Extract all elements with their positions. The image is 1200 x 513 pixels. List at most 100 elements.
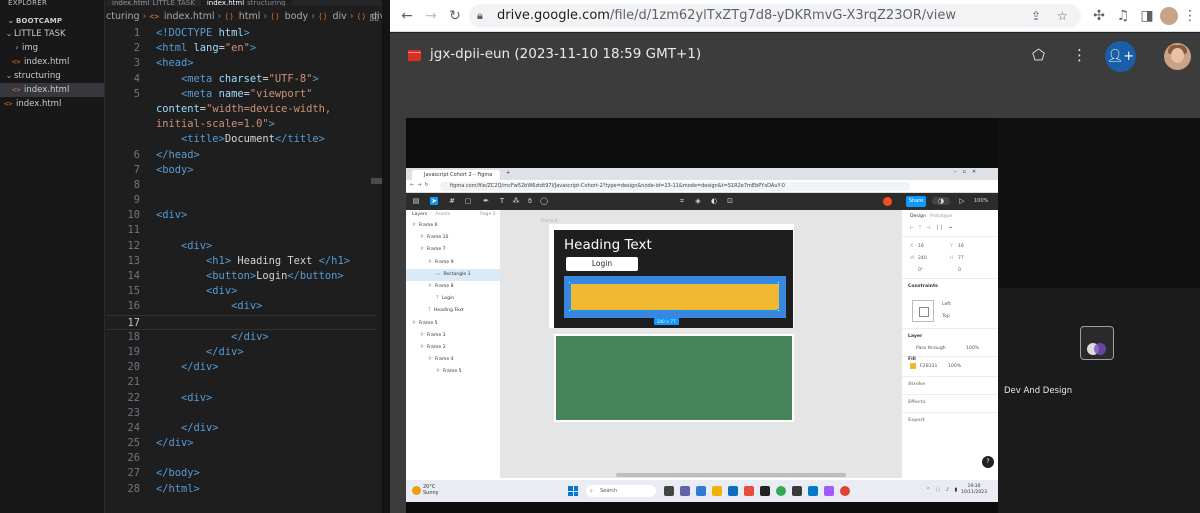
line-number: 23: [127, 406, 140, 419]
layer-row: # Frame 2: [406, 342, 500, 354]
code-line[interactable]: 14 <button>Login</button>: [106, 269, 376, 284]
tree-item[interactable]: <> index.html: [0, 97, 104, 111]
code-content: <body>: [156, 163, 194, 178]
forward-icon[interactable]: →: [420, 5, 442, 27]
code-line[interactable]: initial-scale=1.0">: [106, 117, 376, 132]
side-panel-icon[interactable]: ◨: [1136, 5, 1158, 27]
code-line[interactable]: 18 </div>: [106, 330, 376, 345]
tree-item[interactable]: ⌄ structuring: [0, 69, 104, 83]
code-line[interactable]: 26: [106, 451, 376, 466]
code-line[interactable]: 25 </div>: [106, 436, 376, 451]
code-line[interactable]: 28 </html>: [106, 482, 376, 497]
share-page-icon[interactable]: ⇪: [1031, 4, 1041, 28]
back-icon[interactable]: ←: [396, 5, 418, 27]
taskbar-search-label: Search: [600, 488, 618, 494]
app-icon: [696, 486, 706, 496]
code-line[interactable]: 7 <body>: [106, 163, 376, 178]
code-line[interactable]: 16 <div>: [106, 299, 376, 314]
editor-tab[interactable]: index.html structuring: [200, 0, 292, 6]
breadcrumb-item[interactable]: index.html: [164, 11, 215, 22]
dark-frame: Heading Text Login 240 × 77: [554, 230, 793, 328]
taskbar-search: ⌕ Search: [586, 485, 656, 497]
search-icon: ⌕: [590, 488, 593, 494]
figma-properties-panel: Design Prototype ⊢⊤⊣▕▏═ X 16 Y 16 W 240 …: [901, 210, 998, 478]
code-line[interactable]: 19 </div>: [106, 345, 376, 360]
layers-tab: Layers: [412, 212, 428, 217]
breadcrumb-item[interactable]: body: [285, 11, 309, 22]
code-line[interactable]: 1 <!DOCTYPE html>: [106, 26, 376, 41]
reload-icon[interactable]: ↻: [444, 5, 466, 27]
url-domain: drive.google.com: [497, 8, 610, 23]
figma-tab: Javascript Cohort 2 – Figma: [412, 170, 500, 180]
code-line[interactable]: 9: [106, 193, 376, 208]
video-player[interactable]: Dev And Design Javascript Cohort 2 – Fig…: [406, 118, 1200, 513]
code-line[interactable]: 27 </body>: [106, 466, 376, 481]
lock-icon[interactable]: 🔒︎: [477, 4, 483, 28]
tree-item[interactable]: › img: [0, 41, 104, 55]
address-bar[interactable]: 🔒︎ drive.google.com/file/d/1zm62ylTxZTg7…: [469, 4, 1081, 28]
breadcrumb-item[interactable]: html: [239, 11, 261, 22]
prototype-tab: Prototype: [930, 214, 953, 219]
code-line[interactable]: 13 <h1> Heading Text </h1>: [106, 254, 376, 269]
code-content: </head>: [156, 148, 200, 163]
code-line[interactable]: content="width=device-width,: [106, 102, 376, 117]
code-line[interactable]: 23: [106, 406, 376, 421]
code-line[interactable]: 20 </div>: [106, 360, 376, 375]
code-token: <button>: [206, 270, 257, 282]
code-line[interactable]: 5 <meta name="viewport": [106, 87, 376, 102]
code-line[interactable]: 24 </div>: [106, 421, 376, 436]
extensions-icon[interactable]: ✣: [1088, 5, 1110, 27]
split-editor-icon[interactable]: ▯▯: [369, 13, 379, 23]
tree-item[interactable]: ⌄ LITTLE TASK: [0, 27, 104, 41]
code-line[interactable]: 8: [106, 178, 376, 193]
browser-menu-icon[interactable]: ⋮: [1179, 5, 1200, 27]
code-line[interactable]: 17: [106, 314, 376, 330]
line-number: 22: [127, 391, 140, 404]
taskbar-clock: 19:30 10/11/2023: [961, 484, 987, 496]
code-content: <h1> Heading Text </h1>: [156, 254, 350, 269]
y-value: 16: [958, 244, 964, 249]
code-content: </div>: [156, 436, 194, 451]
tree-item[interactable]: <> index.html: [0, 55, 104, 69]
constraint-widget: [912, 300, 934, 322]
code-line[interactable]: 3 <head>: [106, 56, 376, 71]
office-icon: [744, 486, 754, 496]
browser-toolbar: ← → ↻ 🔒︎ drive.google.com/file/d/1zm62yl…: [390, 0, 1200, 32]
code-content: <title>Document</title>: [156, 132, 325, 147]
figma-share-button: Share: [906, 196, 926, 207]
layer-type-icon: #: [420, 247, 424, 253]
breadcrumb-item[interactable]: cturing: [106, 11, 140, 22]
code-line[interactable]: 15 <div>: [106, 284, 376, 299]
x-label: X: [910, 244, 914, 249]
layer-label: Frame 9: [434, 259, 454, 265]
code-line[interactable]: <title>Document</title>: [106, 132, 376, 147]
share-button[interactable]: 👤︎+: [1105, 41, 1136, 72]
bookmark-star-icon[interactable]: ☆: [1057, 4, 1068, 28]
code-content: </html>: [156, 482, 200, 497]
profile-avatar-icon[interactable]: [1160, 7, 1178, 25]
code-line[interactable]: 2 <html lang="en">: [106, 41, 376, 56]
user-avatar[interactable]: [1164, 43, 1191, 70]
editor-tab[interactable]: index.html LITTLE TASK: [106, 0, 201, 6]
code-line[interactable]: 22 <div>: [106, 391, 376, 406]
tray-icons: ⌃ ◌ ♪ ▮: [926, 487, 960, 493]
more-options-icon[interactable]: ⋮: [1072, 46, 1087, 64]
code-line[interactable]: 11: [106, 223, 376, 238]
code-line[interactable]: 6 </head>: [106, 148, 376, 163]
tab-label: index.html: [206, 0, 245, 6]
layer-row: ▭ Rectangle 1: [406, 268, 500, 281]
media-controls-icon[interactable]: ♫: [1112, 5, 1134, 27]
tree-item[interactable]: <> index.html: [0, 83, 104, 97]
code-line[interactable]: 12 <div>: [106, 239, 376, 254]
add-to-drive-icon[interactable]: ⬠: [1032, 46, 1045, 64]
code-editor[interactable]: 1 <!DOCTYPE html> 2 <html lang="en"> 3 <head>…: [106, 26, 376, 513]
code-line[interactable]: 4 <meta charset="UTF-8">: [106, 72, 376, 87]
chevron-down-icon: ⌄: [7, 16, 15, 25]
breadcrumb-item[interactable]: div: [332, 11, 346, 22]
code-line[interactable]: 10 <div>: [106, 208, 376, 223]
explorer-section-bootcamp[interactable]: ⌄ BOOTCAMP: [0, 10, 104, 27]
code-line[interactable]: 21: [106, 375, 376, 390]
